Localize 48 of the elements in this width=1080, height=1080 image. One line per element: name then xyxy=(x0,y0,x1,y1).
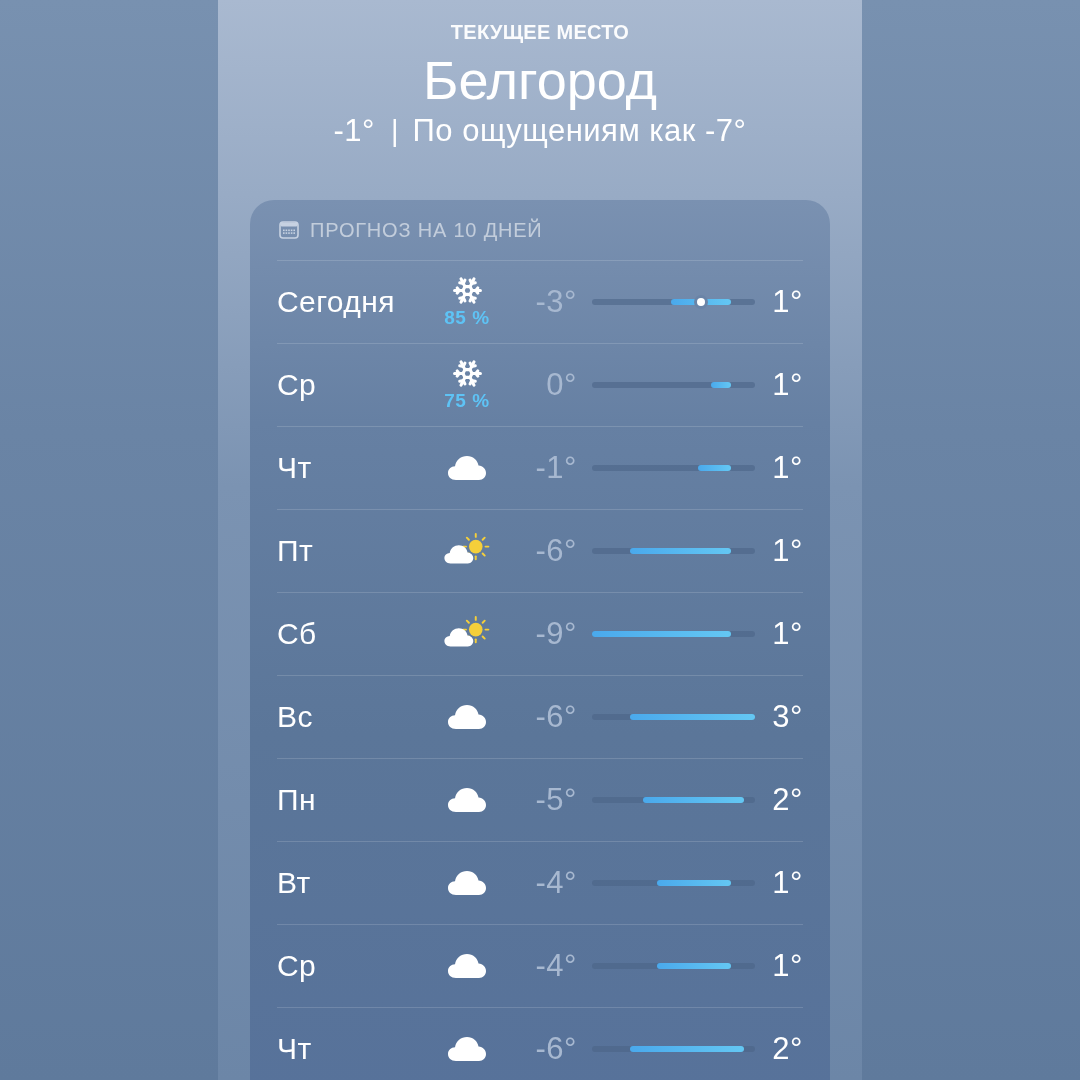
high-temperature: 1° xyxy=(772,367,803,403)
cloud-icon xyxy=(447,1036,487,1062)
city-name: Белгород xyxy=(422,50,658,110)
high-temperature: 1° xyxy=(772,616,803,652)
low-temperature: 0° xyxy=(546,367,577,403)
high-temperature: 1° xyxy=(772,284,803,320)
day-label: Чт xyxy=(277,1032,312,1065)
cloud-icon xyxy=(447,455,487,481)
cloud-icon xyxy=(447,953,487,979)
day-label: Вт xyxy=(277,866,311,899)
precipitation-chance: 85 % xyxy=(444,307,490,329)
low-temperature: -9° xyxy=(535,616,577,652)
precipitation-chance: 75 % xyxy=(444,390,490,412)
cloud-icon xyxy=(447,787,487,813)
high-temperature: 1° xyxy=(772,948,803,984)
temperature-range-fill xyxy=(697,465,731,471)
day-label: Пн xyxy=(277,783,316,816)
high-temperature: 3° xyxy=(772,699,803,735)
forecast-title: ПРОГНОЗ НА 10 ДНЕЙ xyxy=(310,218,543,242)
high-temperature: 2° xyxy=(772,1031,803,1067)
low-temperature: -4° xyxy=(535,948,577,984)
day-label: Сб xyxy=(277,617,317,650)
day-label: Пт xyxy=(277,534,314,567)
low-temperature: -6° xyxy=(535,533,577,569)
low-temperature: -6° xyxy=(535,699,577,735)
day-label: Сегодня xyxy=(277,285,395,318)
low-temperature: -5° xyxy=(535,782,577,818)
snowflake-icon xyxy=(451,358,483,389)
day-label: Чт xyxy=(277,451,312,484)
calendar-icon xyxy=(279,221,299,239)
high-temperature: 2° xyxy=(772,782,803,818)
low-temperature: -6° xyxy=(535,1031,577,1067)
cloud-icon xyxy=(447,870,487,896)
current-temperature: -1° xyxy=(333,113,375,149)
separator-text: | xyxy=(391,114,399,149)
low-temperature: -1° xyxy=(535,450,577,486)
day-label: Ср xyxy=(277,949,317,982)
day-label: Ср xyxy=(277,368,317,401)
cloud-icon xyxy=(447,704,487,730)
feels-like-text: По ощущениям как -7° xyxy=(412,113,747,149)
high-temperature: 1° xyxy=(772,533,803,569)
location-label: ТЕКУЩЕЕ МЕСТО xyxy=(450,20,630,44)
snowflake-icon xyxy=(451,275,483,306)
high-temperature: 1° xyxy=(772,865,803,901)
low-temperature: -4° xyxy=(535,865,577,901)
high-temperature: 1° xyxy=(772,450,803,486)
temperature-range-fill xyxy=(711,382,731,388)
day-label: Вс xyxy=(277,700,313,733)
